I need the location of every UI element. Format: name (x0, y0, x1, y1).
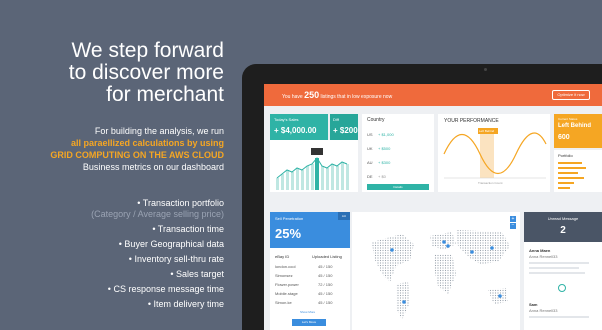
listing-table: eBay ID Uploaded Listing london.cool 45 … (270, 248, 350, 330)
bullet-item: • Item delivery time (147, 299, 224, 309)
bullet-item: • Inventory sell-thru rate (128, 254, 224, 264)
country-code: UK (367, 146, 373, 151)
country-code: AU (367, 160, 373, 165)
unread-label: Unread Message (547, 216, 579, 221)
camera-icon (484, 68, 487, 71)
alert-prefix: You have (282, 94, 303, 100)
table-cell-id: Mobile.stage (275, 291, 298, 296)
country-code: DE (367, 174, 373, 179)
bullet-item: • CS response message time (107, 284, 224, 294)
dashboard-screen: You have 250 listings that in low exposu… (264, 84, 602, 330)
performance-axis-label: Transaction Count (478, 181, 503, 185)
intro-line-4: Business metrics on our dashboard (82, 162, 224, 172)
country-value: + $1,000 (378, 132, 394, 137)
penetration-card: Sell Penetration 25% AU (270, 212, 350, 248)
lets-move-button[interactable]: Let's Move (292, 319, 326, 326)
alert-bar: You have 250 listings that in low exposu… (264, 84, 602, 106)
penetration-value: 25% (275, 226, 302, 241)
headline-line-1: We step forward (71, 39, 224, 62)
table-cell-listing: 45 / 150 (318, 291, 333, 296)
left-behind-label: Current Status (558, 117, 578, 121)
sales-bar-chart (276, 148, 349, 190)
bullet-item: • Transaction portfolio (137, 198, 224, 208)
diff-label: Diff (333, 117, 339, 122)
bullet-subtext: (Category / Average selling price) (91, 209, 224, 219)
country-code: US (367, 132, 373, 137)
intro-line-2: all paraellized calculations by using (70, 138, 224, 148)
message-user: Anna Rennell33 (529, 308, 558, 313)
alert-text: You have 250 listings that in low exposu… (282, 90, 392, 100)
table-cell-listing: 45 / 150 (318, 300, 333, 305)
table-cell-id: london.cool (275, 264, 296, 269)
show-more-link[interactable]: Show More (300, 310, 315, 314)
alert-suffix: listings that in low exposure now (320, 94, 393, 100)
world-map-dots (372, 230, 510, 320)
performance-tag: Left Behind (479, 129, 495, 133)
table-cell-listing: 72 / 150 (318, 282, 333, 287)
world-map: + − (352, 212, 520, 330)
table-cell-id: Simonsez (275, 273, 293, 278)
performance-card: YOUR PERFORMANCE Left Behind Transaction… (438, 114, 550, 192)
penetration-tag: AU (338, 212, 350, 220)
text-panel: We step forward to discover more for mer… (0, 0, 230, 330)
message-user: Anna Rennell33 (529, 254, 558, 259)
unread-card: Unread Message 2 (524, 212, 602, 242)
optimize-button[interactable]: Optimize it now (552, 90, 590, 100)
intro-line-3: GRID COMPUTING ON THE AWS CLOUD (50, 150, 224, 160)
country-details-button[interactable]: Details (367, 184, 429, 190)
portfolio-bars (558, 162, 586, 189)
slide-background: We step forward to discover more for mer… (0, 0, 602, 330)
headline-line-3: for merchant (106, 83, 224, 106)
sales-chart-card (270, 140, 358, 192)
bullet-item: • Buyer Geographical data (118, 239, 224, 249)
reply-icon[interactable] (558, 284, 566, 292)
message-list: Anna Maen Anna Rennell33 Sam Anna Rennel… (524, 242, 602, 330)
table-cell-id: Flower.power (275, 282, 299, 287)
table-cell-listing: 45 / 150 (318, 273, 333, 278)
today-sales-label: Today's Sales (274, 117, 299, 122)
table-cell-listing: 45 / 150 (318, 264, 333, 269)
today-sales-value: + $4,000.00 (274, 126, 317, 135)
diff-card: Diff + $200 (330, 114, 358, 140)
country-value: + $300 (378, 160, 391, 165)
table-header-listing: Uploaded Listing (312, 254, 342, 259)
intro-line-1: For building the analysis, we run (94, 126, 224, 136)
table-cell-id: Simon.ke (275, 300, 292, 305)
today-sales-card: Today's Sales + $4,000.00 (270, 114, 328, 140)
country-header: Country (367, 117, 385, 123)
zoom-out-icon[interactable]: − (510, 223, 516, 229)
penetration-label: Sell Penetration (275, 216, 304, 221)
alert-count: 250 (304, 90, 320, 100)
left-behind-card: Current Status Left Behind 600 (554, 114, 602, 148)
bullet-item: • Transaction time (152, 224, 224, 234)
portfolio-card: Portfolio (554, 150, 602, 192)
country-card: Country US + $1,000 UK + $500 AU + $300 … (362, 114, 434, 192)
table-header-id: eBay ID (275, 254, 290, 259)
unread-count: 2 (560, 225, 566, 236)
message-sender: Anna Maen (529, 248, 551, 253)
left-behind-title: Left Behind (558, 123, 591, 129)
country-value: + $500 (378, 146, 391, 151)
bullet-item: • Sales target (170, 269, 224, 279)
diff-value: + $200 (333, 126, 358, 135)
left-behind-value: 600 (558, 134, 570, 141)
headline-line-2: to discover more (68, 61, 224, 84)
message-sender: Sam (529, 302, 538, 307)
country-value: + $0 (378, 174, 386, 179)
